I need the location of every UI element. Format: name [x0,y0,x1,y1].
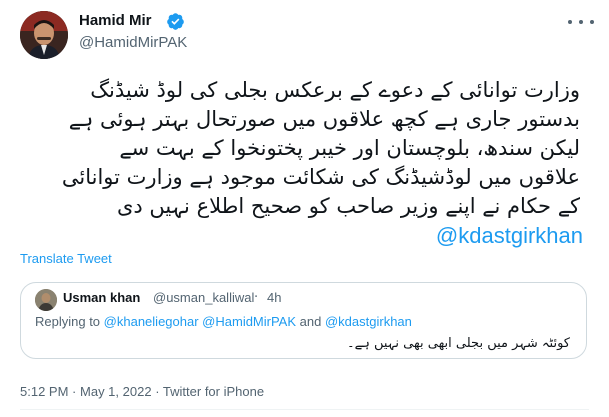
quoted-author-handle[interactable]: @usman_kalliwal [153,290,254,305]
author-avatar[interactable] [20,11,68,59]
reply-mention-link[interactable]: @kdastgirkhan [325,314,412,329]
tweet-source-link[interactable]: Twitter for iPhone [163,384,264,399]
meta-separator: · [72,384,77,399]
tweet-text-line: وزارت توانائی کے دعوے کے برعکس بجلی کی ل… [90,78,580,102]
reply-mention-link[interactable]: @HamidMirPAK [202,314,296,329]
quoted-tweet[interactable]: Usman khan @usman_kalliwal · 4h Replying… [20,282,587,359]
quoted-text: کوئٹہ شہر میں بجلی ابھی بھی نہیں ہے۔ [346,336,570,351]
mention-line: @kdastgirkhan [20,223,583,249]
divider [20,409,589,410]
replying-to: Replying to @khaneliegohar @HamidMirPAK … [35,314,412,329]
tweet-text-line: علاقوں میں لوڈشیڈنگ کی شکائت موجود ہے وز… [61,165,580,189]
author-handle[interactable]: @HamidMirPAK [79,34,187,51]
tweet-text-line: بدستور جاری ہے کچھ علاقوں میں صورتحال بہ… [68,107,580,131]
replying-and: and [299,314,322,329]
tweet-time-link[interactable]: 5:12 PM [20,384,68,399]
more-options-icon[interactable] [568,14,594,30]
verified-badge-icon [167,13,184,30]
tweet-card: Hamid Mir @HamidMirPAK وزارت توانائی کے … [0,0,609,417]
translate-tweet-link[interactable]: Translate Tweet [20,251,112,266]
replying-prefix: Replying to [35,314,101,329]
mention-link[interactable]: @kdastgirkhan [436,223,583,248]
quoted-author-name[interactable]: Usman khan [63,290,140,305]
reply-mention-link[interactable]: @khaneliegohar [104,314,199,329]
tweet-text-line: لیکن سندھ، بلوچستان اور خیبر پختونخوا کے… [119,136,580,160]
quoted-time[interactable]: 4h [267,290,281,305]
tweet-text: وزارت توانائی کے دعوے کے برعکس بجلی کی ل… [20,76,580,221]
author-name[interactable]: Hamid Mir [79,12,152,29]
tweet-date-link[interactable]: May 1, 2022 [80,384,152,399]
meta-separator: · [155,384,160,399]
tweet-text-line: کے حکام نے اپنے وزیر صاحب کو صحیح اطلاع … [116,194,580,218]
quoted-author-avatar[interactable] [35,289,57,311]
quoted-separator: · [254,290,259,305]
tweet-meta: 5:12 PM · May 1, 2022 · Twitter for iPho… [20,384,264,399]
